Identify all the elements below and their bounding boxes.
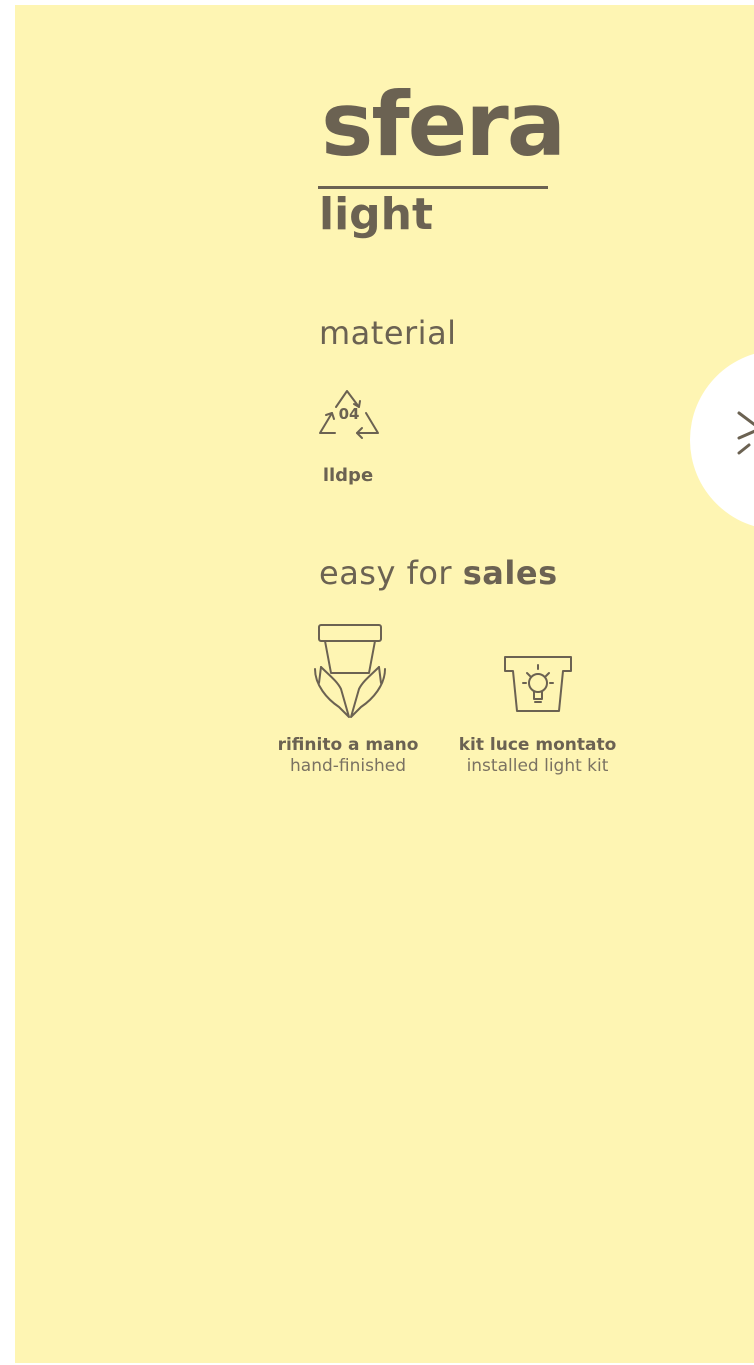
feature-title: kit luce montato <box>458 735 617 755</box>
sales-heading: easy for sales <box>319 557 558 589</box>
product-page: sfera light material 04 lldpe easy for s… <box>15 5 754 1363</box>
recycle-icon: 04 <box>319 390 379 439</box>
feature-title: rifinito a mano <box>277 735 419 755</box>
feature-description: hand-finished <box>290 756 406 776</box>
sales-heading-light: easy for <box>319 554 463 592</box>
chevron-right-icon[interactable] <box>735 405 754 459</box>
feature-description: installed light kit <box>466 756 609 776</box>
material-code-label: lldpe <box>322 465 374 486</box>
lightbulb-pot-icon <box>504 656 572 712</box>
recycle-code: 04 <box>339 405 360 423</box>
material-heading: material <box>319 314 457 352</box>
sales-heading-bold: sales <box>462 554 558 592</box>
brand-subtitle: light <box>319 189 434 240</box>
hands-holding-pot-icon <box>314 624 386 718</box>
brand-title: sfera <box>321 73 566 176</box>
